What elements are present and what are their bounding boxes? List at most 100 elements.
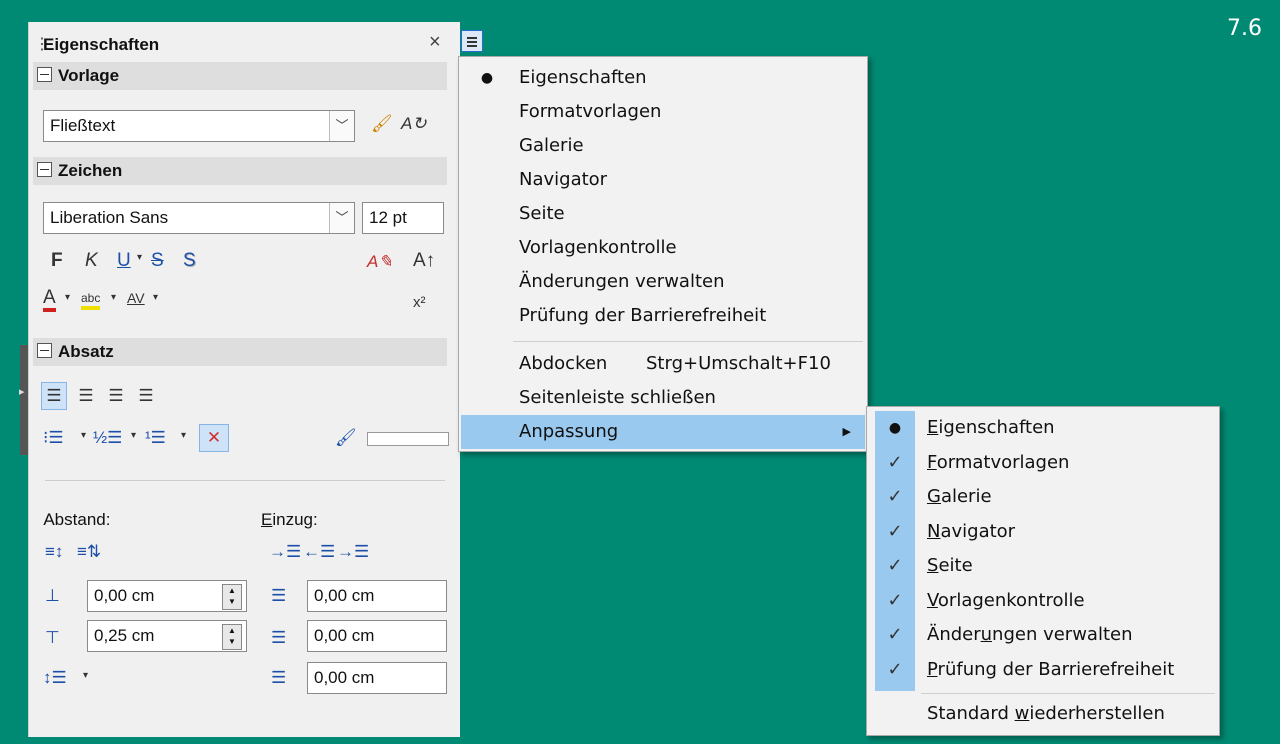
submenu-item-2[interactable]: ✓ Galerie bbox=[867, 480, 1219, 514]
after-indent-field[interactable]: 0,00 cm bbox=[307, 620, 447, 652]
outline-list-icon[interactable]: ¹☰ bbox=[145, 428, 166, 448]
align-left-icon[interactable]: ☰ bbox=[41, 382, 67, 410]
menu-separator bbox=[921, 693, 1215, 694]
panel-header: ⋮ Eigenschaften × bbox=[29, 22, 483, 62]
chevron-down-icon[interactable]: ▾ bbox=[65, 292, 70, 303]
bold-button[interactable]: F bbox=[51, 250, 63, 272]
checkmark-icon: ✓ bbox=[887, 486, 903, 507]
underline-button[interactable]: U bbox=[117, 250, 131, 272]
sidebar-menu: ● Eigenschaften Formatvorlagen Galerie Navig… bbox=[458, 56, 868, 452]
panel-title: Eigenschaften bbox=[43, 35, 160, 54]
einzug-label: Einzug: bbox=[261, 510, 318, 529]
clear-formatting-icon[interactable]: A✎ bbox=[367, 252, 393, 272]
chevron-right-icon: ▶ bbox=[842, 425, 851, 438]
version-label: 7.6 bbox=[1227, 16, 1262, 41]
submenu-item-7[interactable]: ✓ Prüfung der Barrierefreiheit bbox=[867, 653, 1219, 687]
sidebar-collapse-handle[interactable] bbox=[19, 345, 28, 455]
font-name-combo[interactable]: Liberation Sans ﹀ bbox=[43, 202, 355, 234]
menu-item-4[interactable]: Seite bbox=[459, 197, 867, 231]
line-spacing-icon[interactable]: ↕☰ bbox=[43, 668, 67, 688]
bullet-list-icon[interactable]: ⁝☰ bbox=[43, 428, 64, 448]
font-size-field[interactable]: 12 pt bbox=[362, 202, 444, 234]
menu-item-3[interactable]: Navigator bbox=[459, 163, 867, 197]
collapse-icon bbox=[37, 162, 52, 177]
close-icon[interactable]: × bbox=[429, 31, 441, 54]
collapse-icon bbox=[37, 67, 52, 82]
menu-item-abdocken[interactable]: Abdocken Strg+Umschalt+F10 bbox=[459, 347, 867, 381]
decrease-spacing-icon[interactable]: ≡⇅ bbox=[77, 542, 101, 562]
abstand-label: AAbstand: bbox=[43, 510, 111, 529]
menu-item-1[interactable]: Formatvorlagen bbox=[459, 95, 867, 129]
numbered-list-icon[interactable]: ½☰ bbox=[93, 428, 122, 448]
checkmark-icon: ✓ bbox=[887, 624, 903, 645]
shortcut-label: Strg+Umschalt+F10 bbox=[646, 353, 831, 374]
submenu-item-6[interactable]: ✓ Änderungen verwalten bbox=[867, 618, 1219, 652]
section-absatz[interactable]: Absatz bbox=[33, 338, 447, 366]
shadow-button[interactable]: S bbox=[183, 250, 196, 272]
chevron-down-icon[interactable]: ﹀ bbox=[329, 111, 354, 141]
hanging-indent-icon[interactable]: →☰ bbox=[337, 542, 369, 562]
paragraph-bg-icon[interactable]: 🖌 bbox=[335, 428, 357, 448]
before-indent-field[interactable]: 0,00 cm bbox=[307, 580, 447, 612]
sidebar-menu-button[interactable] bbox=[461, 30, 483, 52]
align-center-icon[interactable]: ☰ bbox=[73, 382, 99, 410]
font-color-button[interactable]: A bbox=[43, 288, 56, 312]
increase-spacing-icon[interactable]: ≡↕ bbox=[45, 542, 63, 562]
increase-indent-icon[interactable]: →☰ bbox=[269, 542, 301, 562]
above-spacing-field[interactable]: 0,00 cm ▲ ▼ bbox=[87, 580, 247, 612]
menu-separator bbox=[513, 341, 863, 342]
above-spacing-icon: ⊥ bbox=[45, 586, 60, 605]
submenu-item-1[interactable]: ✓ Formatvorlagen bbox=[867, 446, 1219, 480]
no-list-icon[interactable]: ✕ bbox=[199, 424, 229, 452]
italic-button[interactable]: K bbox=[85, 250, 98, 272]
menu-item-6[interactable]: Änderungen verwalten bbox=[459, 265, 867, 299]
chevron-down-icon[interactable]: ▾ bbox=[83, 670, 88, 681]
decrease-indent-icon[interactable]: ←☰ bbox=[303, 542, 335, 562]
strikethrough-button[interactable]: S bbox=[151, 250, 164, 272]
checkmark-icon: ✓ bbox=[887, 555, 903, 576]
highlight-color-button[interactable]: abc bbox=[81, 290, 101, 310]
radio-dot-icon: ● bbox=[888, 420, 902, 436]
radio-dot-icon: ● bbox=[480, 70, 494, 86]
chevron-down-icon[interactable]: ▾ bbox=[111, 292, 116, 303]
submenu-item-4[interactable]: ✓ Seite bbox=[867, 549, 1219, 583]
chevron-down-icon[interactable]: ﹀ bbox=[329, 203, 354, 233]
spin-buttons[interactable]: ▲ ▼ bbox=[222, 584, 242, 610]
chevron-down-icon[interactable]: ▾ bbox=[131, 430, 136, 441]
menu-item-2[interactable]: Galerie bbox=[459, 129, 867, 163]
section-vorlage[interactable]: Vorlage bbox=[33, 62, 447, 90]
submenu-item-reset[interactable]: Standard wiederherstellen bbox=[867, 697, 1219, 731]
below-spacing-field[interactable]: 0,25 cm ▲ ▼ bbox=[87, 620, 247, 652]
chevron-down-icon[interactable]: ▾ bbox=[81, 430, 86, 441]
menu-item-5[interactable]: Vorlagenkontrolle bbox=[459, 231, 867, 265]
align-justify-icon[interactable]: ☰ bbox=[133, 382, 159, 410]
menu-item-7[interactable]: Prüfung der Barrierefreiheit bbox=[459, 299, 867, 333]
checkmark-icon: ✓ bbox=[887, 589, 903, 611]
menu-item-anpassung[interactable]: Anpassung ▶ bbox=[461, 415, 865, 449]
align-right-icon[interactable]: ☰ bbox=[103, 382, 129, 410]
menu-item-0[interactable]: ● Eigenschaften bbox=[459, 61, 867, 95]
section-zeichen[interactable]: Zeichen bbox=[33, 157, 447, 185]
below-spacing-icon: ⊤ bbox=[45, 628, 60, 647]
checkmark-icon: ✓ bbox=[887, 451, 903, 473]
character-spacing-button[interactable]: AV bbox=[127, 290, 145, 306]
submenu-item-3[interactable]: ✓ Navigator bbox=[867, 515, 1219, 549]
submenu-item-5[interactable]: ✓ Vorlagenkontrolle bbox=[867, 584, 1219, 618]
superscript-button[interactable]: x² bbox=[413, 294, 426, 311]
chevron-down-icon[interactable]: ▾ bbox=[181, 430, 186, 441]
spin-buttons[interactable]: ▲ ▼ bbox=[222, 624, 242, 650]
grow-font-icon[interactable]: A↑ bbox=[413, 250, 435, 272]
fill-format-icon[interactable]: 🖌 bbox=[371, 114, 393, 134]
chevron-down-icon[interactable]: ▾ bbox=[153, 292, 158, 303]
submenu-item-0[interactable]: ● Eigenschaften bbox=[867, 411, 1219, 445]
paragraph-background-combo[interactable] bbox=[367, 432, 449, 446]
first-line-indent-field[interactable]: 0,00 cm bbox=[307, 662, 447, 694]
checkmark-icon: ✓ bbox=[887, 520, 903, 542]
paragraph-style-combo[interactable]: Fließtext ﹀ bbox=[43, 110, 355, 142]
sidebar-panel: ⋮ Eigenschaften × Vorlage Fließtext ﹀ 🖌 … bbox=[28, 22, 483, 737]
collapse-icon bbox=[37, 343, 52, 358]
customize-submenu: ● Eigenschaften ✓ Formatvorlagen ✓ Galerie ✓ Na… bbox=[866, 406, 1220, 736]
chevron-down-icon[interactable]: ▾ bbox=[137, 252, 142, 263]
menu-item-close-sidebar[interactable]: Seitenleiste schließen bbox=[459, 381, 867, 415]
update-style-icon[interactable]: A↻ bbox=[401, 114, 427, 134]
